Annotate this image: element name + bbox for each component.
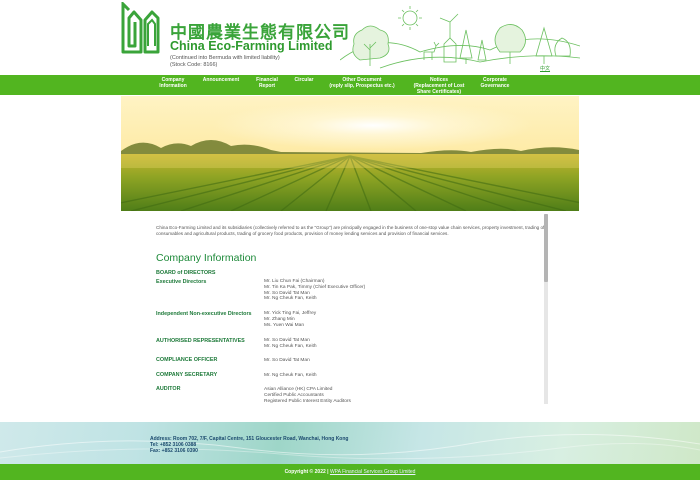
footer-wave-decoration (0, 433, 700, 460)
executive-directors-label: Executive Directors (156, 279, 207, 285)
nav-label: Share Certificates) (416, 89, 462, 95)
list-item: Registered Public Interest Entity Audito… (264, 398, 351, 404)
ined-list: Mr. Yick Ting Fai, Jeffrey Mr. Zhang Min… (264, 311, 316, 328)
eco-landscape-illustration (340, 6, 580, 69)
list-item: Mr. Ng Cheuk Fan, Keith (264, 373, 317, 378)
executive-directors-list: Mr. Liu Chun Fai (Chairman) Mr. Tin Ka P… (264, 279, 365, 302)
stock-code: (Stock Code: 8166) (170, 61, 218, 68)
incorporation-note: (Continued into Bermuda with limited lia… (170, 55, 280, 61)
list-item: Mr. So David Tat Man (264, 338, 310, 343)
scrollbar-thumb[interactable] (544, 214, 548, 282)
company-name-english: China Eco-Farming Limited (170, 39, 333, 53)
copyright-text: Copyright © 2022 | WPA Financial Service… (0, 469, 700, 475)
authorised-representatives-label: AUTHORISED REPRESENTATIVES (156, 338, 245, 344)
list-item: Mr. Ng Cheuk Fan, Keith (264, 343, 317, 349)
company-intro-text: China Eco-Farming Limited and its subsid… (156, 225, 545, 236)
nav-label: Circular (294, 77, 314, 83)
content-scrollbar[interactable] (544, 214, 548, 404)
farm-field-banner-image (121, 96, 579, 211)
list-item: Mr. Tin Ka Pak, Timmy (Chief Executive O… (264, 284, 366, 290)
nav-financial-report[interactable]: Financial Report (254, 77, 280, 89)
nav-label: Governance (480, 83, 510, 89)
compliance-officer-value: Mr. So David Tat Man (264, 358, 310, 364)
list-item: Ms. Yuen Wai Man (264, 322, 304, 328)
authorised-representatives-list: Mr. So David Tat Man Mr. Ng Cheuk Fan, K… (264, 338, 317, 350)
board-heading: BOARD of DIRECTORS (156, 270, 216, 276)
company-logo-icon[interactable] (120, 2, 166, 56)
nav-other-document[interactable]: Other Document (reply slip, Prospectus e… (326, 77, 398, 89)
company-subtitle: (Continued into Bermuda with limited lia… (170, 55, 280, 68)
company-info-panel: China Eco-Farming Limited and its subsid… (121, 211, 579, 408)
copyright-bar: Copyright © 2022 | WPA Financial Service… (0, 464, 700, 480)
nav-announcement[interactable]: Announcement (200, 77, 242, 83)
footer-contact-band: Address: Room 702, 7/F, Capital Centre, … (0, 422, 700, 464)
nav-label: Information (159, 83, 187, 89)
list-item: Mr. So David Tat Man (264, 358, 310, 363)
nav-circular[interactable]: Circular (292, 77, 316, 83)
list-item: Mr. Yick Ting Fai, Jeffrey (264, 311, 317, 316)
footer-company-link[interactable]: WPA Financial Services Group Limited (330, 469, 416, 475)
language-switch-link[interactable]: 中文 (540, 65, 550, 72)
nav-company-information[interactable]: Company Information (156, 77, 190, 89)
company-secretary-label: COMPANY SECRETARY (156, 372, 218, 378)
site-header: 中國農業生態有限公司 China Eco-Farming Limited (Co… (0, 0, 700, 75)
auditor-label: AUDITOR (156, 386, 181, 392)
nav-label: Report (258, 83, 276, 89)
auditor-list: Asian Alliance (HK) CPA Limited Certifie… (264, 387, 351, 404)
footer-fax: Fax: +852 3106 0390 (150, 448, 198, 454)
nav-label: (reply slip, Prospectus etc.) (329, 83, 395, 89)
nav-label: Announcement (202, 77, 240, 83)
compliance-officer-label: COMPLIANCE OFFICER (156, 357, 218, 363)
nav-corporate-governance[interactable]: Corporate Governance (478, 77, 512, 89)
nav-notices[interactable]: Notices (Replacement of Lost Share Certi… (410, 77, 468, 95)
company-secretary-value: Mr. Ng Cheuk Fan, Keith (264, 373, 317, 379)
list-item: Mr. Ng Cheuk Fan, Keith (264, 296, 317, 302)
ined-label: Independent Non-executive Directors (156, 311, 252, 317)
main-navigation: Company Information Announcement Financi… (0, 75, 700, 95)
page-title: Company Information (156, 252, 257, 264)
copyright-prefix: Copyright © 2022 | (284, 469, 329, 475)
